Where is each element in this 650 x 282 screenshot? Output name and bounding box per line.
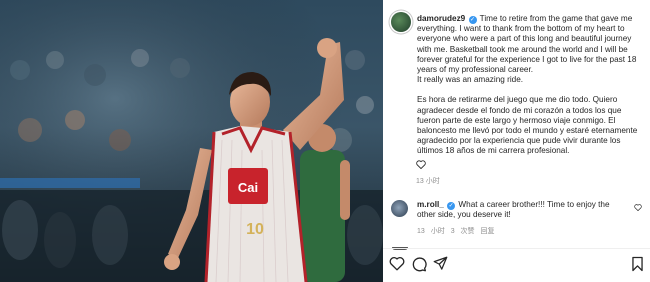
comment-text: What a career brother!!! Time to enjoy t… xyxy=(417,200,610,220)
caption-spanish: Es hora de retirarme del juego que me di… xyxy=(417,95,638,156)
heart-icon[interactable] xyxy=(389,256,405,274)
player-celebrating-image: Cai 10 xyxy=(0,0,383,282)
post-side-panel: damorudez9 ✓ Time to retire from the gam… xyxy=(383,0,650,282)
author-username[interactable]: damorudez9 xyxy=(417,14,465,23)
comment-reply-link[interactable]: 回复 xyxy=(480,228,494,235)
commenter-avatar[interactable] xyxy=(391,200,408,217)
jersey-number: 10 xyxy=(246,221,264,238)
share-icon[interactable] xyxy=(433,256,448,274)
bookmark-icon[interactable] xyxy=(631,256,644,275)
commenter-username[interactable]: m.roll_ xyxy=(417,200,444,209)
jersey-logo-text: Cai xyxy=(238,180,258,195)
caption-english-closing: It really was an amazing ride. xyxy=(417,75,524,85)
author-avatar[interactable] xyxy=(391,12,411,32)
actions-divider xyxy=(383,248,650,249)
caption-english: Time to retire from the game that gave m… xyxy=(417,14,637,75)
comment-text-block: m.roll_ ✓ What a career brother!!! Time … xyxy=(417,200,622,220)
comment-meta: 13 小时 3 次赞 回复 xyxy=(417,227,494,237)
verified-badge-icon: ✓ xyxy=(447,202,456,210)
caption-like-heart-icon[interactable] xyxy=(416,160,426,172)
post-photo[interactable]: Cai 10 xyxy=(0,0,383,282)
caption-text: damorudez9 ✓ Time to retire from the gam… xyxy=(417,14,643,157)
verified-badge-icon: ✓ xyxy=(468,16,477,24)
comment-icon[interactable] xyxy=(411,256,427,275)
post-action-bar xyxy=(383,256,650,280)
comment-like-heart-icon[interactable] xyxy=(634,204,642,214)
post-timestamp: 13 小时 xyxy=(416,178,440,185)
comment-timestamp: 13 小时 xyxy=(417,228,445,235)
instagram-post-viewer: Cai 10 damorudez9 ✓ Time to retire from … xyxy=(0,0,650,282)
comment-likes-count[interactable]: 3 次赞 xyxy=(451,228,475,235)
